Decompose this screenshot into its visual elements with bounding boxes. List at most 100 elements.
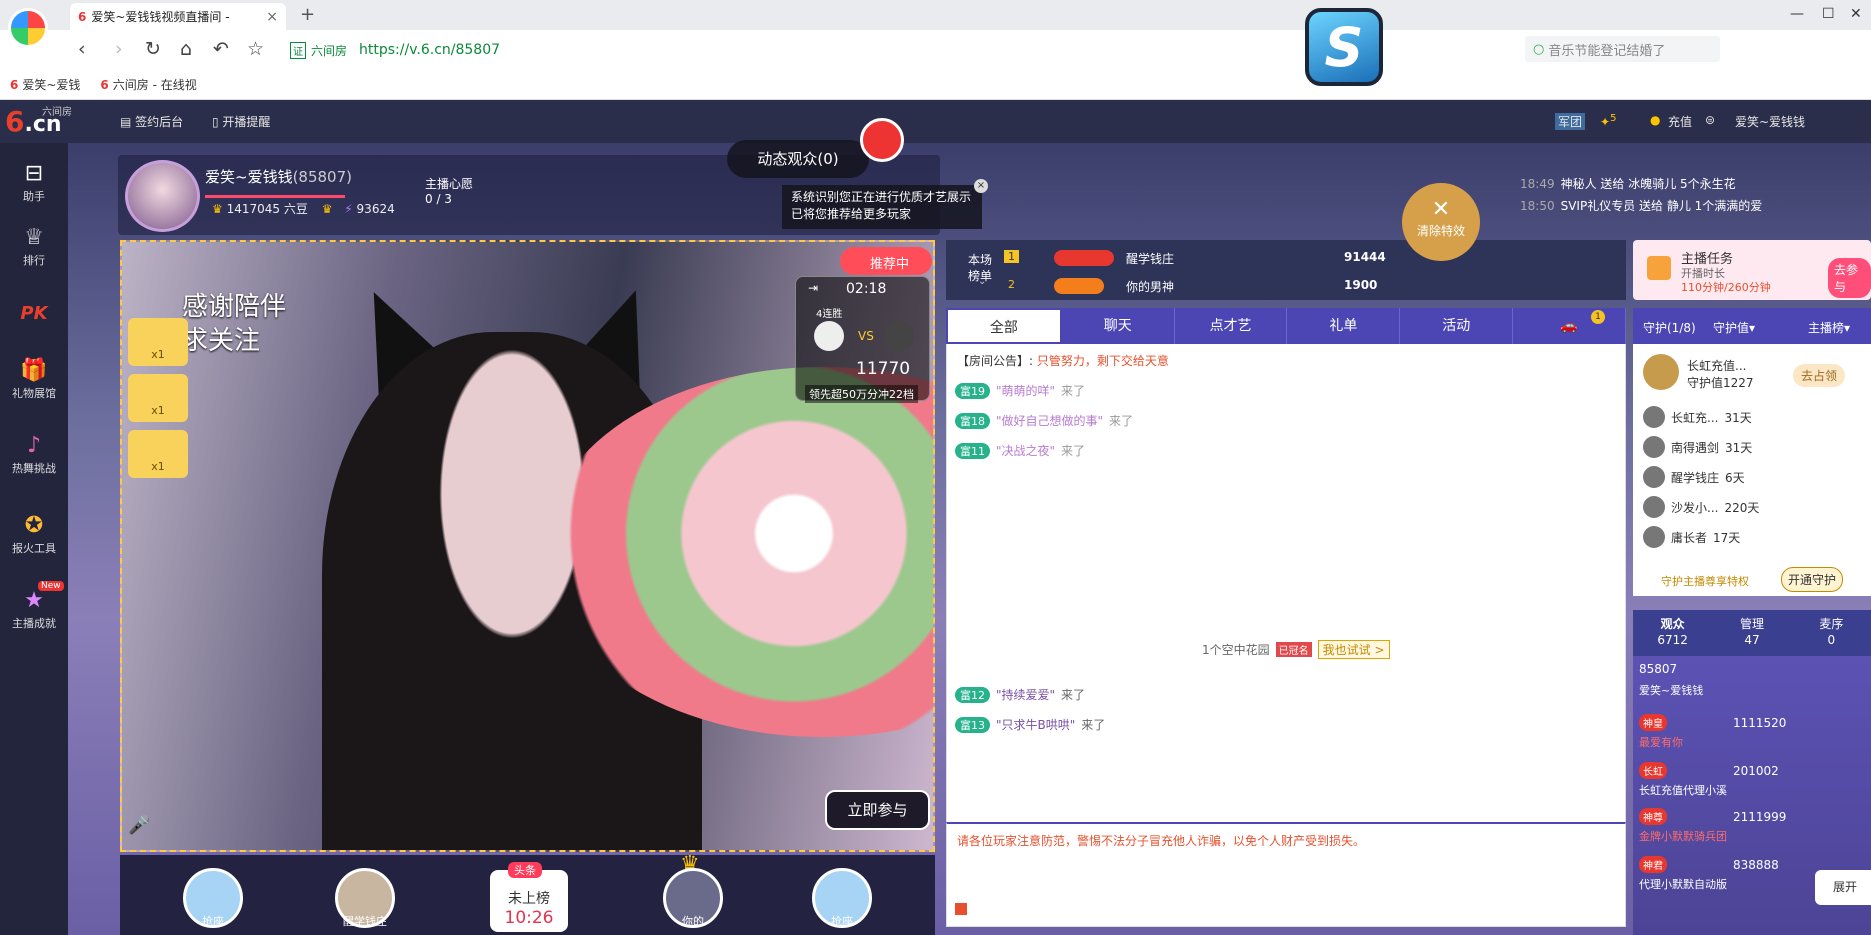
tab-talent[interactable]: 点才艺 [1175,308,1288,344]
guard-row[interactable]: 长虹充... 31天 [1643,406,1752,428]
open-guard-button[interactable]: 开通守护 [1781,567,1844,592]
stat-mic-order[interactable]: 麦序 0 [1792,610,1871,656]
tab-all[interactable]: 全部 [946,308,1062,344]
bookmarks-bar: 6 爱笑~爱钱 6 六间房 - 在线视 [0,70,1871,100]
user-name[interactable]: 爱笑~爱钱钱 [1735,113,1805,130]
task-go-button[interactable]: 去参与 [1828,258,1871,298]
guard-row[interactable]: 南得遇剑 31天 [1643,436,1752,458]
audience-row[interactable]: 神君 838888 代理小默默自动版 [1639,856,1779,891]
browser-tab[interactable]: 6 爱笑~爱钱钱视频直播间 - × [70,3,286,30]
top-guard-avatar[interactable] [1643,354,1679,390]
pk-timer: 02:18 [846,281,887,297]
close-notice-icon[interactable]: × [974,179,988,193]
anchor-name[interactable]: 爱笑~爱钱钱(85807) [205,166,352,187]
undo-icon[interactable]: ↶ [213,38,229,60]
join-now-button[interactable]: 立即参与 [825,790,930,830]
chat-input-area[interactable]: 请各位玩家注意防范，警惕不法分子冒充他人诈骗，以免个人财产受到损失。 [946,822,1626,927]
audience-row[interactable]: 85807 爱笑~爱钱钱 [1639,662,1703,697]
stat-audience[interactable]: 观众 6712 [1633,610,1712,656]
close-tab-icon[interactable]: × [266,9,278,25]
chat-message[interactable]: 富13 "只求牛B哄哄" 来了 [955,716,1105,733]
browser-search-input[interactable]: ○ 音乐节能登记结婚了 [1525,36,1720,62]
seat-slot[interactable]: 抢座 [812,868,872,928]
new-tab-icon[interactable]: + [300,4,315,25]
stat-admin[interactable]: 管理 47 [1712,610,1791,656]
sidebar-item-gift-hall[interactable]: 🎁 礼物展馆 [0,358,68,401]
floating-s-app-icon[interactable]: S [1305,8,1383,86]
exit-icon[interactable]: ⇥ [808,281,818,295]
army-button[interactable]: 军团 [1555,113,1586,130]
audience-row[interactable]: 神尊 2111999 金牌小默默骑兵团 [1639,808,1786,843]
search-engine-icon: ○ [1533,41,1545,57]
tab-activity[interactable]: 活动 [1400,308,1514,344]
headline-rank-card[interactable]: 头条 未上榜 10:26 [490,862,568,932]
seat-slot[interactable]: 你的 [663,868,723,928]
tab-car[interactable]: 🚗 1 [1513,308,1626,344]
browser-logo-icon[interactable] [8,8,48,48]
chevron-down-icon[interactable]: ⌄ [978,276,986,287]
seat-slot[interactable]: 抢座 [183,868,243,928]
mascot-icon[interactable] [860,118,904,162]
sidebar-item-dance[interactable]: ♪ 热舞挑战 [0,433,68,476]
dynamic-audience-pill[interactable]: 动态观众(0) [727,140,869,178]
clear-effects-button[interactable]: ✕ 清除特效 [1402,183,1480,261]
tab-chat[interactable]: 聊天 [1062,308,1175,344]
speaker-icon[interactable] [955,903,967,915]
sidebar-item-ranking[interactable]: ♕ 排行 [0,225,68,268]
close-icon: ✕ [1431,197,1451,222]
back-icon[interactable]: ‹ [78,38,86,60]
pk-panel[interactable]: ⇥ 02:18 4连胜 VS 11770 [795,276,930,401]
sidebar-item-tools[interactable]: ✪ 报火工具 [0,513,68,556]
tab-guard[interactable]: 守护(1/8) [1643,319,1696,336]
guard-row[interactable]: 沙发小... 220天 [1643,496,1759,518]
home-icon[interactable]: ⌂ [180,38,192,60]
audience-row[interactable]: 长虹 201002 长虹充值代理小溪 [1639,762,1779,797]
bookmark-item[interactable]: 6 六间房 - 在线视 [100,76,196,93]
tab-guard-value[interactable]: 守护值▾ [1713,319,1755,336]
guard-footer: 守护主播尊享特权 开通守护 [1633,560,1871,596]
reload-icon[interactable]: ↻ [145,38,161,60]
sidebar-item-assistant[interactable]: ⊟ 助手 [0,161,68,204]
minimize-icon[interactable]: — [1790,6,1804,22]
rank-number: 1 [1004,250,1019,263]
microphone-icon[interactable]: 🎤 [128,815,150,836]
logo-subtitle: 六间房 [42,107,72,118]
bookmark-star-icon[interactable]: ☆ [247,38,264,60]
bag-icon[interactable]: ✦5 [1600,113,1616,129]
anchor-stats: ♛ 1417045 六豆 ♛ ⚡ 93624 [212,202,395,216]
sign-backend-link[interactable]: ▤ 签约后台 [120,113,183,130]
bookmark-item[interactable]: 6 爱笑~爱钱 [10,76,80,93]
rank-name[interactable]: 你的男神 [1126,278,1174,295]
close-window-icon[interactable]: ✕ [1850,6,1862,22]
maximize-icon[interactable]: ☐ [1822,6,1835,22]
forward-icon[interactable]: › [115,38,123,60]
tab-anchor-rank[interactable]: 主播榜▾ [1808,319,1850,336]
gift-feed: 18:49 神秘人 送给 冰魄骑儿 5个永生花 18:50 SVIP礼仪专员 送给 … [1520,173,1762,217]
try-it-button[interactable]: 我也试试 > [1317,640,1390,659]
chat-message[interactable]: 富18 "做好自己想做的事" 来了 [955,412,1133,429]
expand-button[interactable]: 展开 [1815,870,1871,905]
recommend-badge: 推荐中 [840,247,932,275]
chat-message[interactable]: 富11 "决战之夜" 来了 [955,442,1085,459]
chat-tabs: 全部 聊天 点才艺 礼单 活动 🚗 1 [946,308,1626,344]
recharge-link[interactable]: 充值 [1668,113,1692,130]
rank-name[interactable]: 醒学钱庄 [1126,250,1174,267]
guard-row[interactable]: 庸长者 17天 [1643,526,1740,548]
live-reminder-link[interactable]: ▯ 开播提醒 [212,113,270,130]
chat-message[interactable]: 富12 "持续爱爱" 来了 [955,686,1085,703]
anchor-wish[interactable]: 主播心愿 0 / 3 [425,175,473,206]
sidebar-item-achievement[interactable]: ★ 主播成就 [0,588,68,631]
menu-icon[interactable]: ⊜ [1705,113,1715,127]
sidebar-item-pk[interactable]: PK [0,303,68,324]
achievement-icon: ★ [24,588,44,613]
chat-message[interactable]: 富19 "萌萌的咩" 来了 [955,382,1085,399]
audience-row[interactable]: 神皇 1111520 最爱有你 [1639,714,1786,749]
guard-row[interactable]: 醒学钱庄 6天 [1643,466,1745,488]
tab-gift-list[interactable]: 礼单 [1287,308,1401,344]
seat-slot[interactable]: 醒学钱庄 [335,868,395,928]
claim-button[interactable]: 去占领 [1793,364,1846,387]
anchor-avatar[interactable] [125,160,200,232]
chat-panel[interactable]: 【房间公告】: 只管努力，剩下交给天意 富19 "萌萌的咩" 来了 富18 "做好自己… [946,344,1626,822]
bean-icon: ♛ [212,202,223,216]
assistant-icon: ⊟ [24,161,44,186]
